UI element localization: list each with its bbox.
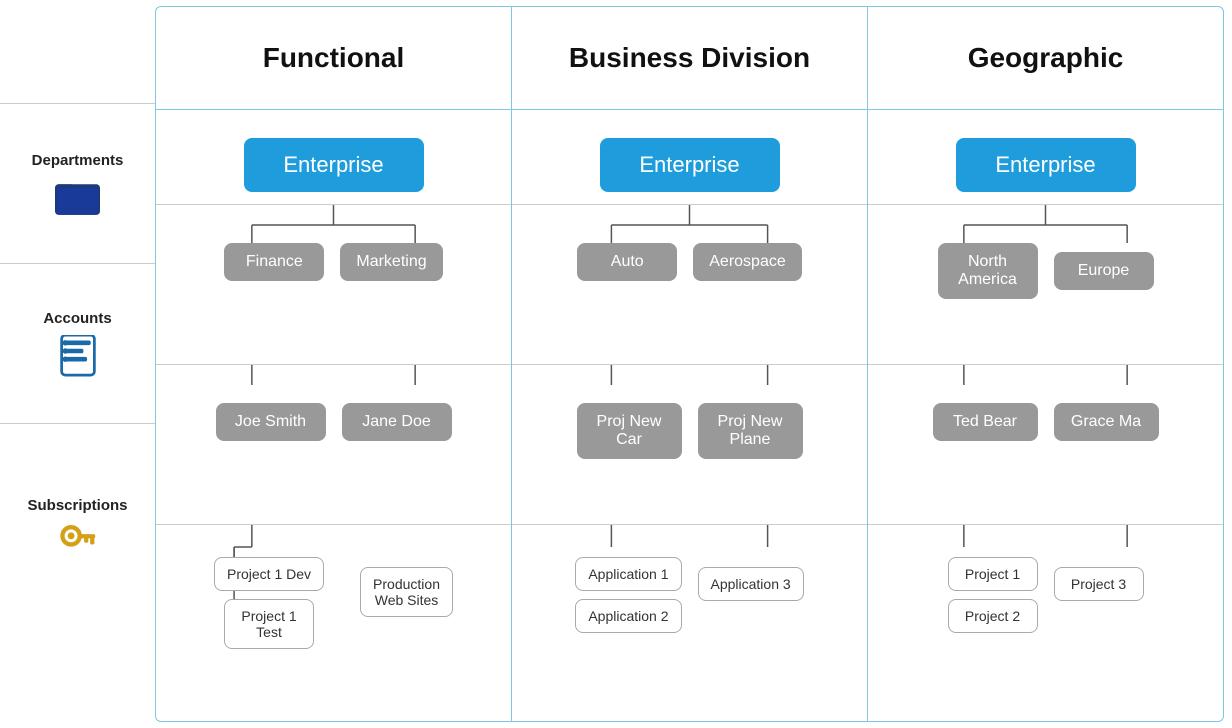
columns-area: Functional Enterprise F — [156, 7, 1223, 722]
functional-dept-marketing: Marketing — [340, 243, 442, 281]
functional-sub-col-joe: Project 1 Dev Project 1Test — [214, 557, 324, 649]
main-content: Functional Enterprise F — [155, 6, 1224, 722]
bd-departments-row: Auto Aerospace — [577, 243, 802, 281]
geo-sub-proj2: Project 2 — [948, 599, 1038, 633]
labels-column: Departments Accounts Subscriptions — [0, 0, 155, 728]
geographic-header: Geographic — [868, 7, 1223, 110]
functional-acct-joe-smith: Joe Smith — [216, 403, 326, 441]
accounts-label: Accounts — [43, 310, 111, 327]
geo-sub-proj1: Project 1 — [948, 557, 1038, 591]
bd-accounts-section: Proj NewCar Proj NewPlane — [512, 365, 867, 525]
bd-subscriptions-row: Application 1 Application 2 Application … — [517, 557, 862, 633]
functional-subscriptions-row: Project 1 Dev Project 1Test ProductionWe… — [161, 557, 506, 649]
bd-sub-col-car: Application 1 Application 2 — [575, 557, 681, 633]
functional-header: Functional — [156, 7, 511, 110]
functional-sub-col-jane: ProductionWeb Sites — [360, 567, 453, 617]
bd-sub-app1: Application 1 — [575, 557, 681, 591]
functional-sub-proj1dev: Project 1 Dev — [214, 557, 324, 591]
bd-sub-app2: Application 2 — [575, 599, 681, 633]
business-division-column: Business Division Enterprise Auto Aerosp… — [512, 7, 868, 722]
bd-sub-app3: Application 3 — [698, 567, 804, 601]
accounts-icon — [58, 335, 98, 377]
functional-acct-jane-doe: Jane Doe — [342, 403, 452, 441]
geo-acct-grace-ma: Grace Ma — [1054, 403, 1159, 441]
geo-dept-north-america: NorthAmerica — [938, 243, 1038, 299]
label-header-empty — [0, 0, 155, 103]
functional-sub-proj1test: Project 1Test — [224, 599, 314, 649]
functional-accounts-section: Joe Smith Jane Doe — [156, 365, 511, 525]
bd-sub-col-plane: Application 3 — [698, 567, 804, 601]
functional-subscriptions-section: Project 1 Dev Project 1Test ProductionWe… — [156, 525, 511, 722]
functional-departments-row: Finance Marketing — [224, 243, 442, 281]
business-division-title: Business Division — [569, 42, 810, 74]
geographic-column: Geographic Enterprise NorthAmerica Europ… — [868, 7, 1223, 722]
geo-departments-section: NorthAmerica Europe — [868, 205, 1223, 365]
bd-subscriptions-section: Application 1 Application 2 Application … — [512, 525, 867, 722]
functional-enterprise-section: Enterprise — [156, 110, 511, 205]
key-icon — [59, 522, 97, 560]
geo-enterprise-node: Enterprise — [956, 138, 1136, 192]
geo-sub-col-grace: Project 3 — [1054, 567, 1144, 601]
functional-title: Functional — [263, 42, 405, 74]
subscriptions-label-row: Subscriptions — [0, 423, 155, 633]
departments-label-row: Departments — [0, 103, 155, 263]
folder-icon — [55, 177, 100, 215]
accounts-label-row: Accounts — [0, 263, 155, 423]
departments-label: Departments — [32, 152, 124, 169]
bd-acct-proj-new-car: Proj NewCar — [577, 403, 682, 459]
geo-acct-connectors — [868, 365, 1223, 524]
bd-enterprise-node: Enterprise — [600, 138, 780, 192]
bd-dept-connectors — [512, 205, 867, 364]
geo-acct-ted-bear: Ted Bear — [933, 403, 1038, 441]
geo-sub-proj3: Project 3 — [1054, 567, 1144, 601]
functional-dept-finance: Finance — [224, 243, 324, 281]
geo-sub-col-ted: Project 1 Project 2 — [948, 557, 1038, 633]
bd-accounts-row: Proj NewCar Proj NewPlane — [577, 403, 803, 459]
business-division-header: Business Division — [512, 7, 867, 110]
geo-subscriptions-section: Project 1 Project 2 Project 3 — [868, 525, 1223, 722]
functional-enterprise-node: Enterprise — [244, 138, 424, 192]
bd-dept-aerospace: Aerospace — [693, 243, 802, 281]
functional-departments-section: Finance Marketing — [156, 205, 511, 365]
geo-accounts-section: Ted Bear Grace Ma — [868, 365, 1223, 525]
subscriptions-label: Subscriptions — [27, 497, 127, 514]
functional-accounts-row: Joe Smith Jane Doe — [216, 403, 452, 441]
geo-dept-europe: Europe — [1054, 252, 1154, 290]
bd-dept-auto: Auto — [577, 243, 677, 281]
bd-enterprise-section: Enterprise — [512, 110, 867, 205]
geo-departments-row: NorthAmerica Europe — [938, 243, 1154, 299]
geographic-title: Geographic — [968, 42, 1124, 74]
geo-enterprise-section: Enterprise — [868, 110, 1223, 205]
bd-acct-proj-new-plane: Proj NewPlane — [698, 403, 803, 459]
functional-dept-connectors — [156, 205, 511, 364]
bd-departments-section: Auto Aerospace — [512, 205, 867, 365]
functional-acct-connectors — [156, 365, 511, 524]
geo-accounts-row: Ted Bear Grace Ma — [933, 403, 1159, 441]
functional-column: Functional Enterprise F — [156, 7, 512, 722]
functional-sub-prodweb: ProductionWeb Sites — [360, 567, 453, 617]
geo-subscriptions-row: Project 1 Project 2 Project 3 — [873, 557, 1218, 633]
